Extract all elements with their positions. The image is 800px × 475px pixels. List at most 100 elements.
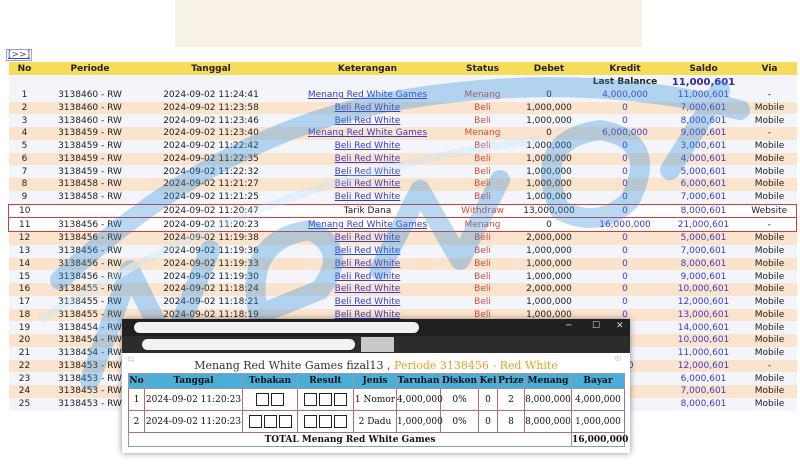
keterangan-link[interactable]: Beli Red White bbox=[335, 141, 401, 151]
bet-detail-table: No Tanggal Tebakan Result Jenis Taruhan Diskon… bbox=[128, 373, 628, 447]
column-header: Saldo bbox=[664, 62, 743, 76]
keterangan-link[interactable]: Menang Red White Games bbox=[308, 128, 427, 138]
keterangan-link[interactable]: Beli Red White bbox=[335, 259, 401, 269]
status-cell: Beli bbox=[452, 283, 513, 296]
keterangan-link[interactable]: Beli Red White bbox=[335, 167, 401, 177]
no-cell: 14 bbox=[8, 257, 41, 271]
dice-box-icon bbox=[256, 393, 269, 406]
periode-cell: 3138459 - RW bbox=[40, 139, 140, 153]
column-header: Periode bbox=[40, 62, 140, 76]
keterangan-link[interactable]: Beli Red White bbox=[335, 272, 401, 282]
keterangan-link[interactable]: Menang Red White Games bbox=[308, 220, 427, 230]
saldo-cell: 6,000,601 bbox=[664, 178, 743, 191]
redacted-url-bar bbox=[134, 322, 419, 333]
menang-cell: 8,000,000 bbox=[524, 410, 572, 433]
status-cell: Beli bbox=[452, 139, 513, 153]
periode-cell: 3138460 - RW bbox=[40, 101, 140, 115]
redacted-address-field[interactable] bbox=[142, 339, 355, 350]
kredit-cell: 0 bbox=[585, 257, 665, 271]
redacted-block bbox=[361, 337, 394, 352]
saldo-cell: 8,000,601 bbox=[664, 203, 743, 219]
no-cell: 3 bbox=[8, 114, 41, 127]
keterangan-link[interactable]: Beli Red White bbox=[335, 297, 401, 307]
table-row: 6 3138459 - RW 2024-09-02 11:22:35 Beli Red… bbox=[8, 152, 797, 166]
detail-column-header: Tebakan bbox=[242, 373, 298, 389]
via-cell: Mobile bbox=[742, 152, 797, 166]
keterangan-link[interactable]: Beli Red White bbox=[335, 154, 401, 164]
tanggal-cell: 2024-09-02 11:19:38 bbox=[139, 231, 283, 245]
no-cell: 11 bbox=[8, 217, 41, 232]
debet-cell: 1,000,000 bbox=[512, 244, 586, 258]
keterangan-link[interactable]: Menang Red White Games bbox=[308, 90, 427, 100]
kredit-cell: 0 bbox=[585, 165, 665, 178]
dice-box-icon bbox=[263, 415, 277, 428]
kredit-cell: 0 bbox=[585, 231, 665, 245]
column-header: Status bbox=[452, 62, 513, 76]
periode-cell: 3138458 - RW bbox=[40, 178, 140, 191]
kei-cell: 0 bbox=[478, 388, 498, 411]
table-row: 8 3138458 - RW 2024-09-02 11:21:27 Beli Red… bbox=[8, 178, 797, 191]
via-cell: Mobile bbox=[742, 257, 797, 271]
keterangan-link[interactable]: Beli Red White bbox=[335, 246, 401, 256]
popup-title-period: Periode 3138456 - Red White bbox=[394, 359, 558, 372]
keterangan-link[interactable]: Beli Red White bbox=[335, 116, 401, 126]
tanggal-cell: 2024-09-02 11:20:47 bbox=[139, 203, 283, 219]
saldo-cell: 3,000,601 bbox=[664, 139, 743, 153]
expand-link[interactable]: [>>] bbox=[6, 49, 33, 61]
tanggal-cell: 2024-09-02 11:24:41 bbox=[139, 88, 283, 102]
table-row: 4 3138459 - RW 2024-09-02 11:23:40 Menang R… bbox=[8, 127, 797, 140]
table-row: 1 3138460 - RW 2024-09-02 11:24:41 Menang R… bbox=[8, 88, 797, 102]
kredit-cell: 0 bbox=[585, 152, 665, 166]
periode-cell: 3138456 - RW bbox=[40, 231, 140, 245]
no-cell: 8 bbox=[8, 178, 41, 191]
tanggal-cell: 2024-09-02 11:19:30 bbox=[139, 270, 283, 283]
keterangan-cell: Beli Red White bbox=[282, 244, 453, 258]
saldo-cell: 12,000,601 bbox=[664, 359, 743, 373]
keterangan-link[interactable]: Beli Red White bbox=[335, 103, 401, 113]
last-balance-label: Last Balance bbox=[585, 75, 665, 89]
via-cell: Mobile bbox=[742, 372, 797, 385]
kredit-cell: 0 bbox=[585, 101, 665, 115]
tanggal-cell: 2024-09-02 11:21:27 bbox=[139, 178, 283, 191]
maximize-icon[interactable]: ☐ bbox=[592, 321, 600, 331]
keterangan-cell: Beli Red White bbox=[282, 165, 453, 178]
periode-cell: 3138456 - RW bbox=[40, 257, 140, 271]
keterangan-cell: Beli Red White bbox=[282, 231, 453, 245]
table-row: 2 3138460 - RW 2024-09-02 11:23:58 Beli Red… bbox=[8, 101, 797, 115]
via-cell: Mobile bbox=[742, 397, 797, 411]
debet-cell: 1,000,000 bbox=[512, 270, 586, 283]
via-cell: Mobile bbox=[742, 385, 797, 398]
table-row: 14 3138456 - RW 2024-09-02 11:19:33 Beli Re… bbox=[8, 257, 797, 271]
close-icon[interactable]: ✕ bbox=[616, 321, 624, 331]
debet-cell: 1,000,000 bbox=[512, 114, 586, 127]
status-cell: Beli bbox=[452, 165, 513, 178]
detail-row: 2 2024-09-02 11:20:23 2 Dadu 1,000,000 0% 0 8 8… bbox=[128, 410, 625, 433]
via-cell: Mobile bbox=[742, 334, 797, 347]
keterangan-link[interactable]: Beli Red White bbox=[335, 233, 401, 243]
debet-cell: 1,000,000 bbox=[512, 257, 586, 271]
kredit-cell: 0 bbox=[585, 244, 665, 258]
keterangan-link[interactable]: Beli Red White bbox=[335, 179, 401, 189]
debet-cell: 0 bbox=[512, 217, 586, 232]
minimize-icon[interactable]: ─ bbox=[566, 321, 571, 331]
total-row: TOTAL Menang Red White Games 16,000,000 bbox=[128, 432, 628, 447]
tanggal-cell: 2024-09-02 11:20:23 bbox=[139, 217, 283, 232]
keterangan-cell: Menang Red White Games bbox=[282, 127, 453, 140]
via-cell: Mobile bbox=[742, 178, 797, 191]
no-cell: 23 bbox=[8, 372, 41, 385]
table-row: 5 3138459 - RW 2024-09-02 11:22:42 Beli Red… bbox=[8, 139, 797, 153]
saldo-cell: 10,000,601 bbox=[664, 283, 743, 296]
tanggal-cell: 2024-09-02 11:18:21 bbox=[139, 295, 283, 309]
keterangan-link[interactable]: Beli Red White bbox=[335, 192, 401, 202]
dice-box-icon bbox=[271, 393, 284, 406]
status-cell: Beli bbox=[452, 178, 513, 191]
table-row: 11 3138456 - RW 2024-09-02 11:20:23 Menang … bbox=[8, 217, 797, 232]
keterangan-link[interactable]: Beli Red White bbox=[335, 284, 401, 294]
debet-cell: 1,000,000 bbox=[512, 152, 586, 166]
column-header: Debet bbox=[512, 62, 586, 76]
debet-cell: 1,000,000 bbox=[512, 178, 586, 191]
no-cell: 12 bbox=[8, 231, 41, 245]
tanggal-cell: 2024-09-02 11:20:23 bbox=[144, 410, 243, 433]
tanggal-cell: 2024-09-02 11:21:25 bbox=[139, 190, 283, 204]
no-cell: 6 bbox=[8, 152, 41, 166]
